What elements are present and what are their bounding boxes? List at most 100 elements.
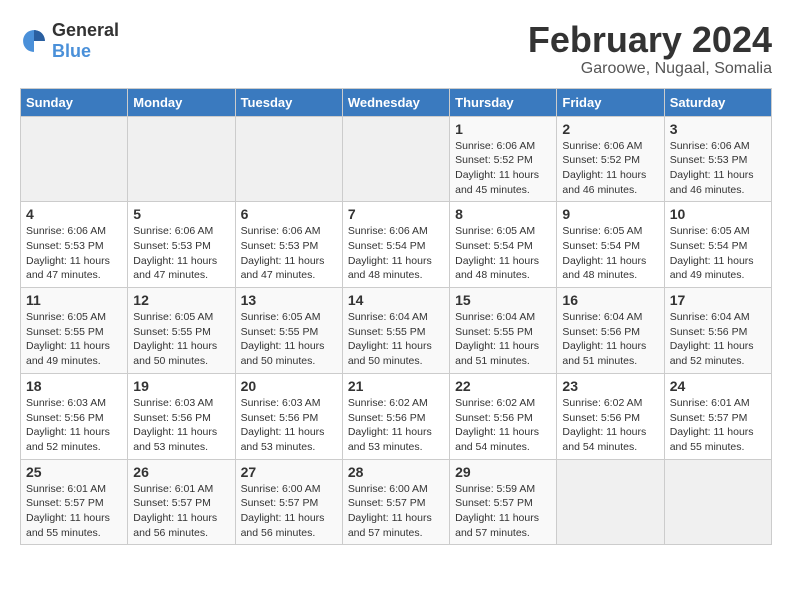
- day-info: Sunrise: 6:06 AM Sunset: 5:53 PM Dayligh…: [670, 139, 766, 198]
- day-info: Sunrise: 6:03 AM Sunset: 5:56 PM Dayligh…: [241, 396, 337, 455]
- day-number: 21: [348, 378, 444, 394]
- day-info: Sunrise: 6:04 AM Sunset: 5:56 PM Dayligh…: [670, 310, 766, 369]
- calendar-week-row: 25 Sunrise: 6:01 AM Sunset: 5:57 PM Dayli…: [21, 459, 772, 545]
- day-info: Sunrise: 6:02 AM Sunset: 5:56 PM Dayligh…: [455, 396, 551, 455]
- calendar-cell: 24 Sunrise: 6:01 AM Sunset: 5:57 PM Dayli…: [664, 373, 771, 459]
- calendar-cell: 12 Sunrise: 6:05 AM Sunset: 5:55 PM Dayli…: [128, 288, 235, 374]
- day-number: 22: [455, 378, 551, 394]
- calendar-cell: 17 Sunrise: 6:04 AM Sunset: 5:56 PM Dayli…: [664, 288, 771, 374]
- calendar-week-row: 1 Sunrise: 6:06 AM Sunset: 5:52 PM Daylig…: [21, 116, 772, 202]
- day-number: 18: [26, 378, 122, 394]
- page-header: General Blue February 2024 Garoowe, Nuga…: [20, 20, 772, 78]
- day-info: Sunrise: 6:06 AM Sunset: 5:53 PM Dayligh…: [133, 224, 229, 283]
- column-header-friday: Friday: [557, 88, 664, 116]
- day-info: Sunrise: 6:02 AM Sunset: 5:56 PM Dayligh…: [348, 396, 444, 455]
- day-number: 9: [562, 206, 658, 222]
- day-number: 16: [562, 292, 658, 308]
- day-number: 25: [26, 464, 122, 480]
- calendar-week-row: 11 Sunrise: 6:05 AM Sunset: 5:55 PM Dayli…: [21, 288, 772, 374]
- day-number: 27: [241, 464, 337, 480]
- calendar-cell: [21, 116, 128, 202]
- column-header-thursday: Thursday: [450, 88, 557, 116]
- day-info: Sunrise: 6:06 AM Sunset: 5:53 PM Dayligh…: [26, 224, 122, 283]
- day-number: 13: [241, 292, 337, 308]
- calendar-week-row: 4 Sunrise: 6:06 AM Sunset: 5:53 PM Daylig…: [21, 202, 772, 288]
- day-info: Sunrise: 5:59 AM Sunset: 5:57 PM Dayligh…: [455, 482, 551, 541]
- day-number: 17: [670, 292, 766, 308]
- main-title: February 2024: [528, 20, 772, 60]
- day-info: Sunrise: 6:06 AM Sunset: 5:53 PM Dayligh…: [241, 224, 337, 283]
- day-number: 24: [670, 378, 766, 394]
- day-number: 23: [562, 378, 658, 394]
- calendar-cell: [342, 116, 449, 202]
- logo-text: General Blue: [52, 20, 119, 62]
- calendar-cell: 18Sunrise: 6:03 AM Sunset: 5:56 PM Dayli…: [21, 373, 128, 459]
- calendar-cell: 20 Sunrise: 6:03 AM Sunset: 5:56 PM Dayli…: [235, 373, 342, 459]
- calendar-cell: 5Sunrise: 6:06 AM Sunset: 5:53 PM Daylig…: [128, 202, 235, 288]
- calendar-cell: 11 Sunrise: 6:05 AM Sunset: 5:55 PM Dayli…: [21, 288, 128, 374]
- calendar-cell: 28 Sunrise: 6:00 AM Sunset: 5:57 PM Dayli…: [342, 459, 449, 545]
- day-info: Sunrise: 6:05 AM Sunset: 5:54 PM Dayligh…: [455, 224, 551, 283]
- day-number: 20: [241, 378, 337, 394]
- day-number: 2: [562, 121, 658, 137]
- column-header-sunday: Sunday: [21, 88, 128, 116]
- calendar-cell: 9 Sunrise: 6:05 AM Sunset: 5:54 PM Daylig…: [557, 202, 664, 288]
- calendar-cell: 22 Sunrise: 6:02 AM Sunset: 5:56 PM Dayli…: [450, 373, 557, 459]
- calendar-cell: 23 Sunrise: 6:02 AM Sunset: 5:56 PM Dayli…: [557, 373, 664, 459]
- day-info: Sunrise: 6:05 AM Sunset: 5:54 PM Dayligh…: [562, 224, 658, 283]
- day-number: 28: [348, 464, 444, 480]
- day-number: 15: [455, 292, 551, 308]
- calendar-cell: 1 Sunrise: 6:06 AM Sunset: 5:52 PM Daylig…: [450, 116, 557, 202]
- day-number: 4: [26, 206, 122, 222]
- day-info: Sunrise: 6:05 AM Sunset: 5:55 PM Dayligh…: [26, 310, 122, 369]
- day-info: Sunrise: 6:01 AM Sunset: 5:57 PM Dayligh…: [670, 396, 766, 455]
- day-number: 1: [455, 121, 551, 137]
- day-info: Sunrise: 6:06 AM Sunset: 5:52 PM Dayligh…: [562, 139, 658, 198]
- day-info: Sunrise: 6:05 AM Sunset: 5:54 PM Dayligh…: [670, 224, 766, 283]
- calendar-cell: 7 Sunrise: 6:06 AM Sunset: 5:54 PM Daylig…: [342, 202, 449, 288]
- calendar-cell: [235, 116, 342, 202]
- day-info: Sunrise: 6:01 AM Sunset: 5:57 PM Dayligh…: [26, 482, 122, 541]
- day-info: Sunrise: 6:02 AM Sunset: 5:56 PM Dayligh…: [562, 396, 658, 455]
- day-info: Sunrise: 6:06 AM Sunset: 5:54 PM Dayligh…: [348, 224, 444, 283]
- calendar-cell: 29 Sunrise: 5:59 AM Sunset: 5:57 PM Dayli…: [450, 459, 557, 545]
- day-info: Sunrise: 6:00 AM Sunset: 5:57 PM Dayligh…: [241, 482, 337, 541]
- calendar-cell: 2 Sunrise: 6:06 AM Sunset: 5:52 PM Daylig…: [557, 116, 664, 202]
- day-number: 10: [670, 206, 766, 222]
- day-info: Sunrise: 6:01 AM Sunset: 5:57 PM Dayligh…: [133, 482, 229, 541]
- calendar-cell: 21 Sunrise: 6:02 AM Sunset: 5:56 PM Dayli…: [342, 373, 449, 459]
- column-header-wednesday: Wednesday: [342, 88, 449, 116]
- calendar-cell: 10 Sunrise: 6:05 AM Sunset: 5:54 PM Dayli…: [664, 202, 771, 288]
- calendar-cell: 16 Sunrise: 6:04 AM Sunset: 5:56 PM Dayli…: [557, 288, 664, 374]
- calendar-table: SundayMondayTuesdayWednesdayThursdayFrid…: [20, 88, 772, 546]
- day-info: Sunrise: 6:00 AM Sunset: 5:57 PM Dayligh…: [348, 482, 444, 541]
- calendar-cell: 25 Sunrise: 6:01 AM Sunset: 5:57 PM Dayli…: [21, 459, 128, 545]
- day-info: Sunrise: 6:06 AM Sunset: 5:52 PM Dayligh…: [455, 139, 551, 198]
- day-number: 8: [455, 206, 551, 222]
- calendar-cell: 8 Sunrise: 6:05 AM Sunset: 5:54 PM Daylig…: [450, 202, 557, 288]
- calendar-cell: [664, 459, 771, 545]
- title-block: February 2024 Garoowe, Nugaal, Somalia: [528, 20, 772, 78]
- calendar-cell: 13 Sunrise: 6:05 AM Sunset: 5:55 PM Dayli…: [235, 288, 342, 374]
- day-info: Sunrise: 6:05 AM Sunset: 5:55 PM Dayligh…: [133, 310, 229, 369]
- day-info: Sunrise: 6:05 AM Sunset: 5:55 PM Dayligh…: [241, 310, 337, 369]
- calendar-cell: 6Sunrise: 6:06 AM Sunset: 5:53 PM Daylig…: [235, 202, 342, 288]
- day-number: 11: [26, 292, 122, 308]
- day-info: Sunrise: 6:04 AM Sunset: 5:55 PM Dayligh…: [348, 310, 444, 369]
- column-header-saturday: Saturday: [664, 88, 771, 116]
- day-info: Sunrise: 6:04 AM Sunset: 5:56 PM Dayligh…: [562, 310, 658, 369]
- day-info: Sunrise: 6:03 AM Sunset: 5:56 PM Dayligh…: [133, 396, 229, 455]
- calendar-cell: [128, 116, 235, 202]
- day-number: 12: [133, 292, 229, 308]
- calendar-cell: 4 Sunrise: 6:06 AM Sunset: 5:53 PM Daylig…: [21, 202, 128, 288]
- calendar-cell: [557, 459, 664, 545]
- day-number: 3: [670, 121, 766, 137]
- day-number: 7: [348, 206, 444, 222]
- day-number: 29: [455, 464, 551, 480]
- calendar-cell: 3 Sunrise: 6:06 AM Sunset: 5:53 PM Daylig…: [664, 116, 771, 202]
- calendar-cell: 19Sunrise: 6:03 AM Sunset: 5:56 PM Dayli…: [128, 373, 235, 459]
- calendar-header-row: SundayMondayTuesdayWednesdayThursdayFrid…: [21, 88, 772, 116]
- calendar-cell: 27 Sunrise: 6:00 AM Sunset: 5:57 PM Dayli…: [235, 459, 342, 545]
- column-header-tuesday: Tuesday: [235, 88, 342, 116]
- subtitle: Garoowe, Nugaal, Somalia: [528, 60, 772, 78]
